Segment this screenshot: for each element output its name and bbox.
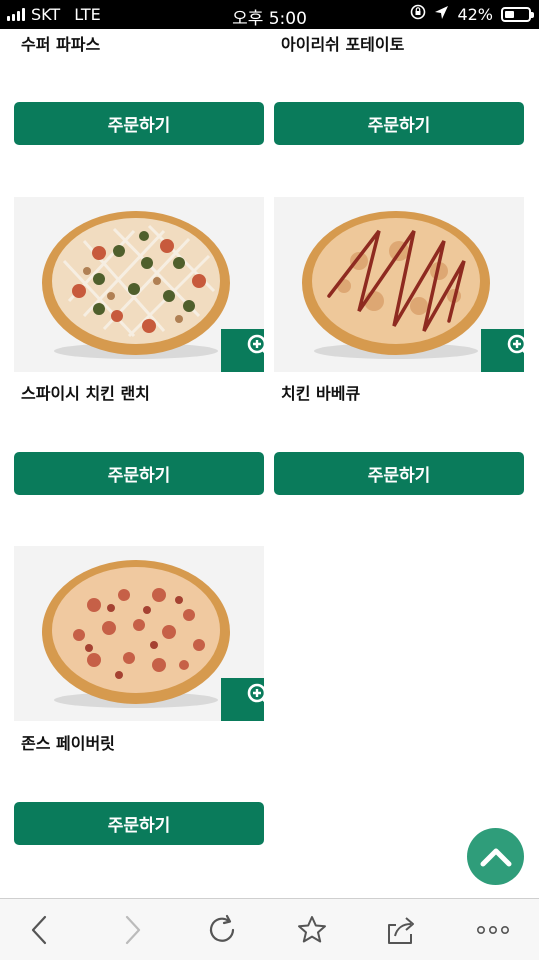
product-image[interactable] (274, 197, 524, 372)
product-name: 치킨 바베큐 (281, 384, 361, 403)
order-button[interactable]: 주문하기 (14, 102, 264, 145)
chevron-up-icon (480, 848, 511, 866)
more-button[interactable] (476, 913, 510, 947)
reload-icon (209, 914, 235, 942)
more-icon (476, 925, 509, 935)
product-name: 아이리쉬 포테이토 (281, 35, 405, 54)
pizza-johns-favorite-image (42, 560, 230, 708)
status-bar: SKT LTE 오후 5:00 42% (0, 0, 539, 29)
status-time: 오후 5:00 (232, 9, 307, 29)
location-arrow-icon (434, 5, 449, 24)
zoom-button[interactable] (221, 678, 264, 721)
zoom-button[interactable] (221, 329, 264, 372)
product-image[interactable] (14, 197, 264, 372)
zoom-button[interactable] (481, 329, 524, 372)
zoom-in-icon (507, 334, 524, 354)
order-button[interactable]: 주문하기 (274, 102, 524, 145)
back-icon (31, 915, 47, 945)
pizza-spicy-chicken-ranch-image (42, 211, 230, 359)
forward-button[interactable] (116, 913, 150, 947)
product-name: 존스 페이버릿 (21, 734, 115, 753)
orientation-lock-icon (410, 4, 426, 24)
forward-icon (125, 915, 141, 945)
zoom-in-icon (247, 334, 264, 354)
product-name: 스파이시 치킨 랜치 (21, 384, 150, 403)
back-button[interactable] (22, 913, 56, 947)
battery-icon (501, 6, 534, 22)
zoom-in-icon (247, 683, 264, 703)
browser-toolbar (0, 898, 539, 960)
order-button[interactable]: 주문하기 (14, 802, 264, 845)
share-icon (388, 917, 414, 944)
order-button[interactable]: 주문하기 (274, 452, 524, 495)
reload-button[interactable] (205, 913, 239, 947)
bookmark-button[interactable] (295, 913, 329, 947)
bookmark-star-icon (298, 916, 326, 943)
pizza-chicken-bbq-image (302, 211, 490, 359)
share-button[interactable] (384, 913, 418, 947)
product-name: 수퍼 파파스 (21, 35, 101, 54)
battery-percent: 42% (457, 4, 493, 24)
product-image[interactable] (14, 546, 264, 721)
scroll-top-button[interactable] (467, 828, 524, 885)
order-button[interactable]: 주문하기 (14, 452, 264, 495)
